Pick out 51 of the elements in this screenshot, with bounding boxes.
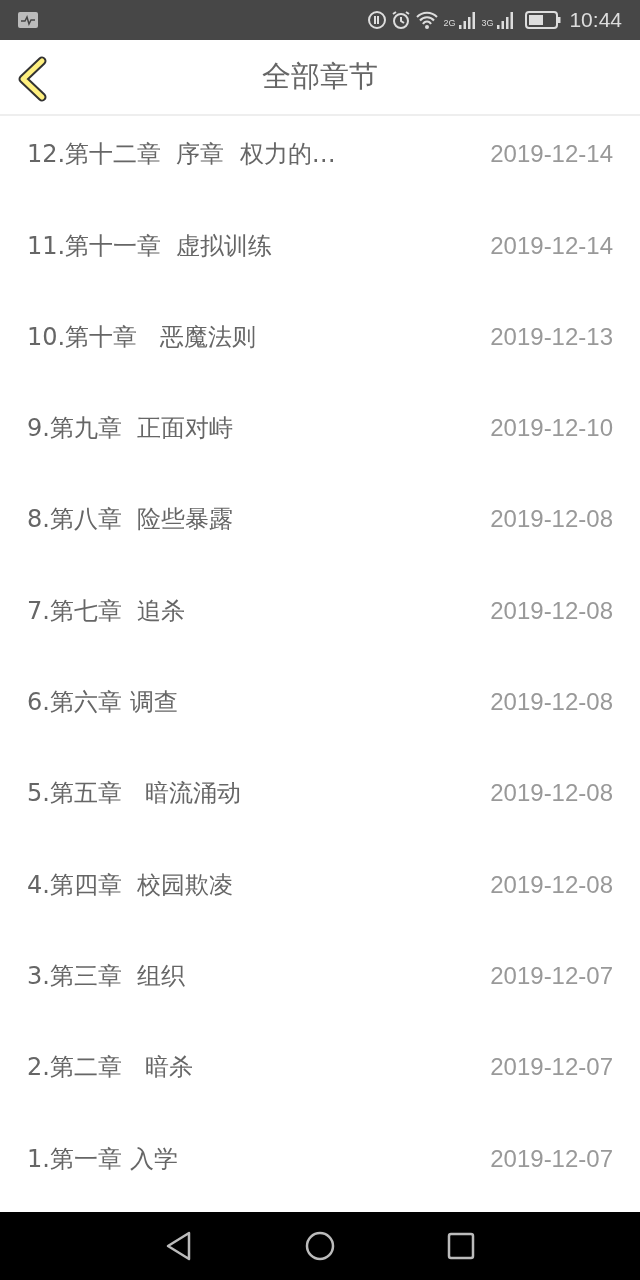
chapter-title: 6.第六章 调查	[27, 687, 178, 719]
chapter-item[interactable]: 7.第七章 追杀 2019-12-08	[0, 572, 640, 665]
chapter-title: 4.第四章 校园欺凌	[27, 869, 234, 901]
chapter-date: 2019-12-08	[490, 687, 613, 718]
chapter-item[interactable]: 1.第一章 入学 2019-12-07	[0, 1120, 640, 1212]
signal-icon	[497, 10, 516, 31]
home-icon[interactable]	[305, 1230, 335, 1261]
chapter-title: 10.第十章 恶魔法则	[27, 321, 257, 353]
network-label: 2G	[443, 18, 456, 29]
chapter-date: 2019-12-07	[490, 1143, 613, 1174]
chapter-item[interactable]: 4.第四章 校园欺凌 2019-12-08	[0, 846, 640, 938]
page-title: 全部章节	[262, 58, 378, 96]
chapter-item[interactable]: 10.第十章 恶魔法则 2019-12-13	[0, 298, 640, 391]
chapter-date: 2019-12-14	[490, 230, 613, 261]
chapter-item[interactable]: 9.第九章 正面对峙 2019-12-10	[0, 390, 640, 482]
chapter-date: 2019-12-08	[490, 504, 613, 535]
battery-icon	[525, 11, 562, 30]
chapter-item[interactable]: 3.第三章 组织 2019-12-07	[0, 937, 640, 1030]
chapter-item[interactable]: 12.第十二章 序章 权力的… 2019-12-14	[0, 116, 640, 208]
chapter-title: 11.第十一章 虚拟训练	[27, 230, 273, 262]
chapter-item[interactable]: 8.第八章 险些暴露 2019-12-08	[0, 481, 640, 573]
chapter-title: 1.第一章 入学	[27, 1143, 178, 1175]
chapter-title: 9.第九章 正面对峙	[27, 413, 234, 445]
chapter-date: 2019-12-08	[490, 778, 613, 809]
chapter-item[interactable]: 6.第六章 调查 2019-12-08	[0, 664, 640, 756]
chapter-date: 2019-12-10	[490, 413, 613, 444]
chapter-item[interactable]: 5.第五章 暗流涌动 2019-12-08	[0, 755, 640, 847]
chapter-title: 2.第二章 暗杀	[27, 1052, 193, 1084]
activity-icon	[18, 12, 38, 29]
chapter-date: 2019-12-08	[490, 595, 613, 626]
chapter-item[interactable]: 2.第二章 暗杀 2019-12-07	[0, 1029, 640, 1121]
signal-icon	[459, 10, 478, 31]
chapter-title: 5.第五章 暗流涌动	[27, 778, 241, 810]
chapter-date: 2019-12-07	[490, 1052, 613, 1083]
clock-time: 10:44	[569, 8, 622, 33]
chapter-date: 2019-12-07	[490, 960, 613, 991]
chapter-item[interactable]: 11.第十一章 虚拟训练 2019-12-14	[0, 207, 640, 299]
chapter-title: 3.第三章 组织	[27, 960, 186, 992]
data-saver-icon	[367, 10, 388, 31]
recents-icon[interactable]	[447, 1231, 475, 1260]
chapter-title: 8.第八章 险些暴露	[27, 504, 234, 536]
network-label: 3G	[481, 18, 494, 29]
chapter-date: 2019-12-14	[490, 139, 613, 170]
alarm-icon	[391, 10, 412, 31]
back-icon[interactable]	[165, 1230, 193, 1261]
wifi-icon	[415, 10, 440, 31]
chapter-date: 2019-12-13	[490, 321, 613, 352]
chapter-title: 7.第七章 追杀	[27, 595, 186, 627]
chapter-date: 2019-12-08	[490, 869, 613, 900]
back-button[interactable]	[16, 56, 48, 103]
chapter-title: 12.第十二章 序章 权力的…	[27, 139, 336, 171]
